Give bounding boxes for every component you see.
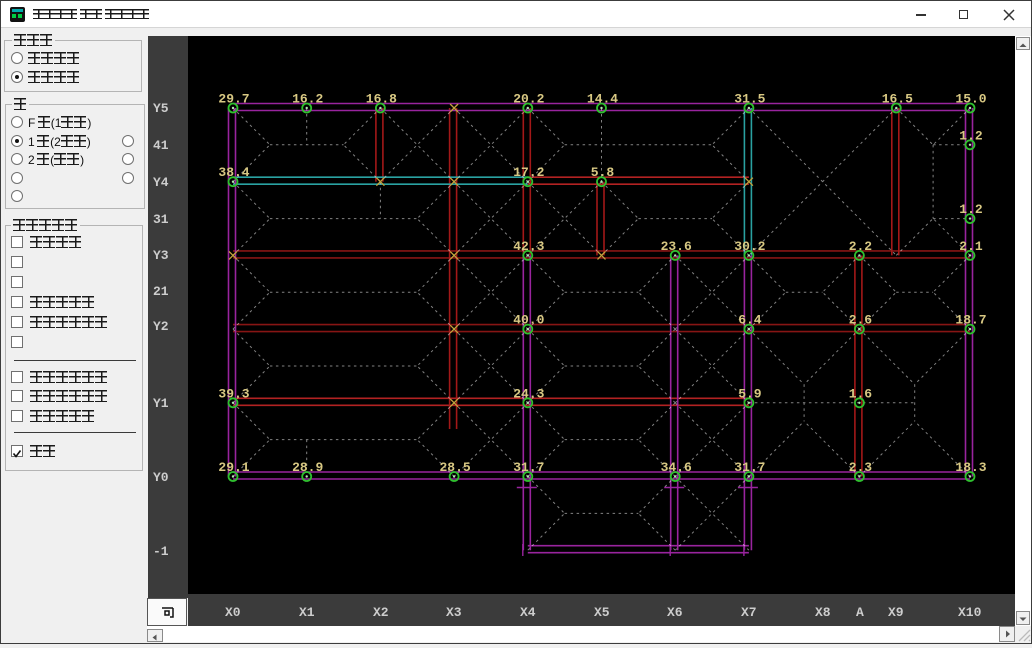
svg-text:23.6: 23.6 bbox=[661, 239, 692, 254]
svg-text:39.3: 39.3 bbox=[218, 386, 249, 401]
svg-text:24.3: 24.3 bbox=[513, 386, 544, 401]
svg-text:31.7: 31.7 bbox=[734, 460, 765, 475]
svg-text:1.2: 1.2 bbox=[959, 202, 983, 217]
svg-text:2.3: 2.3 bbox=[849, 460, 873, 475]
svg-text:40.0: 40.0 bbox=[513, 313, 544, 328]
svg-text:18.3: 18.3 bbox=[955, 460, 986, 475]
svg-text:16.2: 16.2 bbox=[292, 92, 323, 107]
svg-text:29.7: 29.7 bbox=[218, 92, 249, 107]
svg-text:2.6: 2.6 bbox=[849, 313, 873, 328]
svg-text:18.7: 18.7 bbox=[955, 313, 986, 328]
svg-text:31.5: 31.5 bbox=[734, 92, 765, 107]
svg-text:5.9: 5.9 bbox=[738, 386, 762, 401]
svg-text:1.6: 1.6 bbox=[849, 386, 873, 401]
svg-text:6.4: 6.4 bbox=[738, 313, 762, 328]
svg-text:42.3: 42.3 bbox=[513, 239, 544, 254]
svg-text:29.1: 29.1 bbox=[218, 460, 249, 475]
svg-text:20.2: 20.2 bbox=[513, 92, 544, 107]
svg-text:16.5: 16.5 bbox=[882, 92, 913, 107]
svg-text:34.6: 34.6 bbox=[661, 460, 692, 475]
svg-text:31.7: 31.7 bbox=[513, 460, 544, 475]
svg-text:28.5: 28.5 bbox=[439, 460, 470, 475]
svg-text:28.9: 28.9 bbox=[292, 460, 323, 475]
svg-text:15.0: 15.0 bbox=[955, 92, 986, 107]
svg-text:2.1: 2.1 bbox=[959, 239, 983, 254]
svg-text:38.4: 38.4 bbox=[218, 165, 249, 180]
svg-text:1.2: 1.2 bbox=[959, 128, 983, 143]
svg-text:2.2: 2.2 bbox=[849, 239, 873, 254]
svg-text:5.8: 5.8 bbox=[591, 165, 615, 180]
svg-text:14.4: 14.4 bbox=[587, 92, 618, 107]
svg-text:17.2: 17.2 bbox=[513, 165, 544, 180]
svg-text:30.2: 30.2 bbox=[734, 239, 765, 254]
svg-text:16.8: 16.8 bbox=[366, 92, 397, 107]
